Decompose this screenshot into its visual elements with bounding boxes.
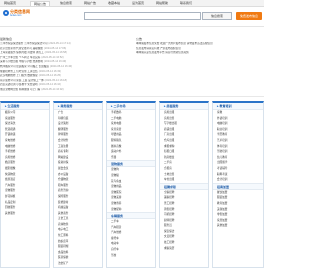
news-link[interactable]: 武汉电脑维修 上门服务 数据恢复 xyxy=(0,74,38,77)
arrow-icon: ▸ xyxy=(58,104,60,108)
arrow-icon: ▸ xyxy=(5,104,7,108)
arrow-icon: ▸ xyxy=(111,104,113,108)
column-items: 手机数码 二手电脑 家用电器 家具家居 母婴用品 服饰箱包 图书音像 运动户外 乐器 xyxy=(107,110,155,160)
column-header[interactable]: ▸房屋服务 xyxy=(160,103,208,110)
tab-contact[interactable]: 联系我们 xyxy=(180,1,192,6)
news-date: (2024-05-14 17:14) xyxy=(48,42,71,45)
column-sub-items: 二手车 汽车租赁 汽车维修 摩托车 电动车 自行车 驾校 xyxy=(107,219,155,258)
search-input[interactable] xyxy=(84,12,201,20)
column-header[interactable]: ▸生活服务 xyxy=(1,103,49,110)
column-sub-header[interactable]: 宠物服务 xyxy=(107,160,155,168)
news-row[interactable]: 重庆宠物狗出售 纯种健康 可上门看(2024-05-14 16:02) xyxy=(0,88,130,93)
column-title: 教育培训 xyxy=(219,104,232,108)
category-link[interactable]: 其他加盟 xyxy=(213,223,263,229)
news-date: (2024-05-14 16:33) xyxy=(38,69,61,73)
latest-news-panel: 最新信息 兰州市家庭保洁服务 兰州市家庭保洁公司(2024-05-14 17:1… xyxy=(0,36,130,93)
news-link[interactable]: 深圳写字楼出租 甲级写字楼 交通便利 xyxy=(0,60,43,63)
column-items: 房屋出租 房屋出售 写字楼出租 商铺出租 厂房出租 仓库出租 求租求购 短租日租 新房楼盘 二手房… xyxy=(160,110,208,183)
logo-mark-icon xyxy=(3,10,9,16)
notice-panel: 公告 本网站发布信息免费 欢迎广大用户发布信息 请勿发布违法违规信息 信息发布请… xyxy=(136,36,264,93)
top-navigation-bar: 网站首页 网站公告 信息搜索 网站广告 收藏本站 设为首页 网站帮助 联系我们 xyxy=(0,0,264,7)
news-link[interactable]: 北京出售家用 代理记账公司 兼职做账 xyxy=(0,47,43,50)
news-date: (2024-05-14 16:18) xyxy=(44,78,67,82)
site-logo[interactable]: 分类信息网 fenlei.com xyxy=(3,9,30,23)
sub-title: 招商加盟 xyxy=(217,184,230,189)
news-date: (2024-05-14 16:25) xyxy=(38,74,61,78)
news-link[interactable]: 上海家政服务 保姆月嫂 育婴师 钟点工 xyxy=(0,51,44,54)
search-button[interactable]: 信息搜索 xyxy=(202,12,232,20)
column-sub-items: 全职招聘 兼职招聘 普工招聘 销售招聘 司机招聘 厨师招聘 服务员 保安保洁 文员招聘 技工招聘求… xyxy=(160,190,208,252)
sub-title: 招聘求职 xyxy=(164,184,177,189)
news-link[interactable]: 南京装修公司 家装 工装 设计施工一体 xyxy=(0,79,44,82)
news-date: (2024-05-14 16:49) xyxy=(43,60,67,64)
category-link[interactable]: 求职简历 xyxy=(160,246,208,252)
arrow-icon: ▸ xyxy=(217,104,219,108)
category-column-business: ▸商务服务 广告 印刷包装 设计策划 翻译服务 律师服务 会计财务 工商注册 商标专利 网站建设… xyxy=(53,101,103,268)
column-items: 广告 印刷包装 设计策划 翻译服务 律师服务 会计财务 工商注册 商标专利 网站建设 投资担保 展会… xyxy=(54,110,102,267)
search-bar: 信息搜索 xyxy=(84,12,234,20)
news-link[interactable]: 兰州市家庭保洁服务 兰州市家庭保洁公司 xyxy=(0,42,47,45)
column-title: 二手市场 xyxy=(113,104,126,108)
news-date: (2024-05-14 16:40) xyxy=(49,64,73,68)
logo-subtitle: fenlei.com xyxy=(10,14,22,17)
column-title: 房屋服务 xyxy=(166,104,179,108)
news-link[interactable]: 西安英语培训 小班教学 免费试听 xyxy=(0,83,38,86)
column-sub-items: 餐饮加盟 服装加盟 教育加盟 美容加盟 零售加盟 家居加盟 其他加盟 xyxy=(213,190,263,229)
column-sub-header[interactable]: 招商加盟 xyxy=(213,182,263,190)
column-items: 家教 外语培训 电脑培训 职业培训 学历教育 艺术培训 体育培训 驾驶培训 幼儿教育 出国留学 考试… xyxy=(213,110,263,183)
category-link[interactable]: 其他服务 xyxy=(1,211,49,217)
category-column-secondhand: ▸二手市场 手机数码 二手电脑 家用电器 家具家居 母婴用品 服饰箱包 图书音像 运动户外 乐器… xyxy=(106,101,156,268)
column-header[interactable]: ▸二手市场 xyxy=(107,103,155,110)
column-items: 搬家公司 家政服务 保洁清洗 管道疏通 开锁换锁 家电维修 电脑维修 手机维修 房屋维修 婚庆服务… xyxy=(1,110,49,216)
category-link[interactable]: 驾校 xyxy=(107,253,155,259)
arrow-icon: ▸ xyxy=(164,104,166,108)
tab-announcement[interactable]: 网站公告 xyxy=(30,1,51,6)
tab-search[interactable]: 信息搜索 xyxy=(60,1,72,6)
column-title: 商务服务 xyxy=(60,104,73,108)
column-header[interactable]: ▸商务服务 xyxy=(54,103,102,110)
column-header[interactable]: ▸教育培训 xyxy=(213,103,263,110)
news-link[interactable]: 广州二手车出售 个人转让 车况良好 xyxy=(0,56,40,59)
tab-home[interactable]: 网站首页 xyxy=(4,1,16,6)
column-sub-header[interactable]: 招聘求职 xyxy=(160,182,208,190)
notice-row[interactable]: 本网站只是信息发布平台 请自行辨别信息真伪 xyxy=(136,51,264,56)
news-link[interactable]: 成都招聘普工 包吃包住 工资日结 xyxy=(0,70,38,73)
news-date: (2024-05-14 16:02) xyxy=(41,87,64,91)
news-link[interactable]: 杭州搬家公司 居民搬家 公司搬迁 长途搬运 xyxy=(0,65,49,68)
sub-title: 宠物服务 xyxy=(111,162,124,167)
news-date: (2024-05-14 16:58) xyxy=(44,51,67,55)
news-date: (2024-05-14 17:06) xyxy=(43,46,67,50)
news-date: (2024-05-14 16:52) xyxy=(41,55,64,59)
tab-help[interactable]: 网站帮助 xyxy=(156,1,168,6)
header-divider xyxy=(0,26,264,27)
sub-title: 车辆服务 xyxy=(111,214,124,219)
post-free-info-button[interactable]: 免费发布信息 xyxy=(236,12,262,20)
category-column-education: ▸教育培训 家教 外语培训 电脑培训 职业培训 学历教育 艺术培训 体育培训 驾驶培训 幼儿教育… xyxy=(212,101,264,268)
tab-set-home[interactable]: 设为首页 xyxy=(132,1,144,6)
column-sub-items: 宠物狗 宠物猫 花鸟鱼虫 宠物用品 宠物医院 宠物美容 宠物寄养 宠物配种 xyxy=(107,167,155,212)
tab-bookmark[interactable]: 收藏本站 xyxy=(108,1,120,6)
tab-ads[interactable]: 网站广告 xyxy=(84,1,96,6)
column-title: 生活服务 xyxy=(7,104,20,108)
column-sub-header[interactable]: 车辆服务 xyxy=(107,212,155,220)
section-divider xyxy=(0,96,264,97)
news-link[interactable]: 重庆宠物狗出售 纯种健康 可上门看 xyxy=(0,88,40,91)
category-column-housing: ▸房屋服务 房屋出租 房屋出售 写字楼出租 商铺出租 厂房出租 仓库出租 求租求购 短租日租新… xyxy=(159,101,209,268)
news-date: (2024-05-14 16:10) xyxy=(38,83,61,87)
category-column-life: ▸生活服务 搬家公司 家政服务 保洁清洗 管道疏通 开锁换锁 家电维修 电脑维修 手机维修 房屋… xyxy=(0,101,50,268)
category-link[interactable]: 冶金矿产 xyxy=(54,261,102,267)
